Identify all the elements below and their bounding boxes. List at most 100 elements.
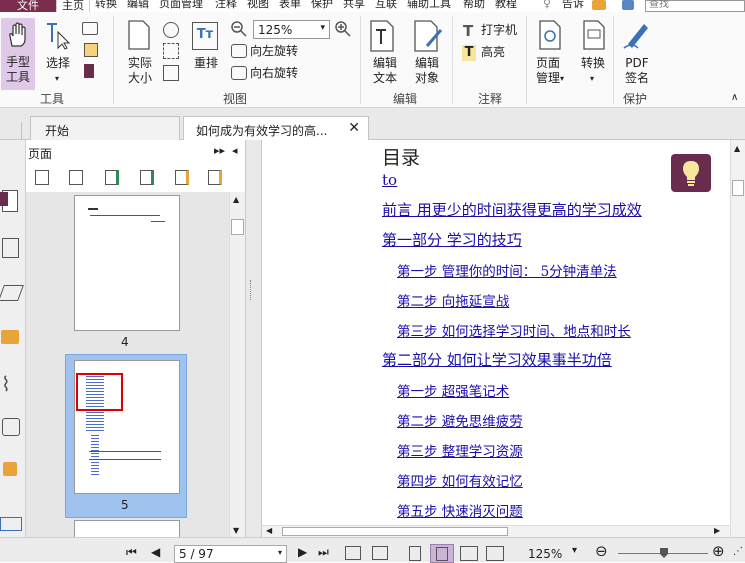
- fit-visible-icon[interactable]: [163, 65, 179, 81]
- zoom-level[interactable]: 125%: [528, 547, 562, 561]
- menu-view[interactable]: 视图: [247, 0, 269, 9]
- search-input[interactable]: 查找: [645, 0, 745, 12]
- edit-text-icon[interactable]: [369, 20, 397, 52]
- menu-page-manage[interactable]: 页面管理: [159, 0, 203, 9]
- clipboard-icon[interactable]: [84, 43, 98, 57]
- lightbulb-icon[interactable]: ♀: [543, 0, 551, 9]
- continuous-view-button[interactable]: [430, 544, 454, 563]
- highlight-button[interactable]: 高亮: [481, 45, 505, 60]
- collapse-panel-icon[interactable]: ◂: [232, 144, 238, 157]
- zoom-in-icon[interactable]: ⊕: [712, 542, 725, 560]
- edit-object-button[interactable]: 编辑 对象: [410, 56, 444, 86]
- toc-link[interactable]: 第一步 管理你的时间： 5分钟清单法: [397, 260, 617, 280]
- zoom-out-icon[interactable]: [231, 21, 247, 37]
- rotate-right-icon[interactable]: [231, 66, 247, 80]
- toc-link[interactable]: 第四步 如何有效记忆: [397, 470, 523, 490]
- first-page-icon[interactable]: ⏮: [126, 545, 137, 560]
- zoom-out-icon[interactable]: ⊖: [595, 542, 608, 560]
- toc-link[interactable]: to: [382, 171, 469, 189]
- chevron-down-icon[interactable]: ▾: [560, 74, 564, 83]
- reflow-icon[interactable]: Tт: [192, 22, 218, 50]
- actual-size-button[interactable]: 实际 大小: [124, 56, 156, 86]
- close-icon[interactable]: ✕: [348, 120, 360, 136]
- pen-sign-icon[interactable]: [622, 20, 652, 50]
- tab-start[interactable]: 开始: [30, 116, 180, 140]
- tips-button[interactable]: [671, 154, 711, 192]
- fit-width-icon[interactable]: [163, 22, 179, 38]
- menu-form[interactable]: 表单: [279, 0, 301, 9]
- menu-edit[interactable]: 编辑: [127, 0, 149, 9]
- thumbnail-scrollbar[interactable]: ▲ ▼: [229, 192, 245, 537]
- toc-link[interactable]: 第五步 快速消灭问题: [397, 500, 523, 520]
- single-page-view-icon[interactable]: [409, 546, 421, 561]
- bookmark-icon[interactable]: [84, 64, 94, 78]
- toc-link[interactable]: 第二步 向拖延宣战: [397, 290, 509, 310]
- heart-icon[interactable]: [592, 0, 606, 10]
- reflow-button[interactable]: 重排: [190, 56, 222, 71]
- page-thumbnail-5[interactable]: [74, 360, 180, 494]
- typewriter-icon[interactable]: T: [463, 22, 473, 40]
- scroll-up-icon[interactable]: ▲: [233, 195, 239, 204]
- fit-page-icon[interactable]: [163, 43, 179, 59]
- menu-file[interactable]: 文件: [0, 0, 56, 12]
- toc-link[interactable]: 第二步 避免思维疲劳: [397, 410, 523, 430]
- toc-link[interactable]: 第二部分 如何让学习效果事半功倍: [382, 349, 612, 370]
- menu-home[interactable]: 主页: [56, 0, 90, 12]
- comments-icon[interactable]: [1, 330, 19, 344]
- paperclip-icon[interactable]: ⌇: [1, 372, 11, 396]
- scroll-up-icon[interactable]: ▲: [734, 144, 740, 153]
- scrollbar-thumb[interactable]: [282, 527, 508, 536]
- page-thumbnails-icon[interactable]: [2, 238, 19, 258]
- typewriter-button[interactable]: 打字机: [481, 23, 517, 38]
- next-page-icon[interactable]: ▶: [298, 545, 307, 559]
- edit-object-icon[interactable]: [413, 20, 443, 52]
- signature-panel-icon[interactable]: [2, 418, 20, 436]
- page-thumbnail-6[interactable]: [74, 520, 180, 537]
- menu-tutorial[interactable]: 教程: [495, 0, 517, 9]
- menu-help[interactable]: 帮助: [463, 0, 485, 9]
- toc-link[interactable]: 第三步 整理学习资源: [397, 440, 523, 460]
- next-view-icon[interactable]: [372, 546, 388, 560]
- pdf-sign-button[interactable]: PDF 签名: [622, 56, 652, 86]
- document-horizontal-scrollbar[interactable]: ◀ ▶: [262, 525, 730, 537]
- facing-view-icon[interactable]: [460, 546, 478, 561]
- chevron-down-icon[interactable]: ▾: [590, 74, 594, 83]
- rotate-left-button[interactable]: 向左旋转: [250, 44, 298, 59]
- convert-button[interactable]: 转换: [579, 56, 607, 71]
- extract-page-icon[interactable]: [140, 170, 154, 185]
- toc-link[interactable]: 第三步 如何选择学习时间、地点和时长: [397, 320, 631, 340]
- replace-page-icon[interactable]: [175, 170, 189, 185]
- document-vertical-scrollbar[interactable]: ▲: [730, 140, 745, 537]
- rotate-right-button[interactable]: 向右旋转: [250, 66, 298, 81]
- page-number-input[interactable]: 5 / 97 ▾: [174, 545, 287, 563]
- insert-page-icon[interactable]: [105, 170, 119, 185]
- menu-tell[interactable]: 告诉: [562, 0, 584, 9]
- actual-size-icon[interactable]: [126, 20, 152, 50]
- last-page-icon[interactable]: ⏭: [318, 545, 329, 560]
- account-icon[interactable]: [622, 0, 634, 10]
- zoom-out-thumb-icon[interactable]: [35, 170, 49, 185]
- zoom-in-icon[interactable]: [335, 21, 351, 37]
- tab-scroll-left[interactable]: [2, 122, 22, 140]
- toc-link[interactable]: 前言 用更少的时间获得更高的学习成效: [382, 199, 642, 220]
- chevron-down-icon[interactable]: ▾: [572, 545, 577, 556]
- toc-link[interactable]: 第一部分 学习的技巧: [382, 229, 522, 250]
- scroll-right-icon[interactable]: ▶: [714, 526, 720, 535]
- select-text-icon[interactable]: [44, 20, 70, 50]
- delete-page-icon[interactable]: [208, 170, 222, 185]
- content-icon[interactable]: [0, 517, 22, 531]
- panel-splitter[interactable]: [246, 140, 262, 537]
- menu-annotate[interactable]: 注释: [215, 0, 237, 9]
- chevron-up-icon[interactable]: ∧: [731, 92, 738, 103]
- scroll-left-icon[interactable]: ◀: [266, 526, 272, 535]
- page-thumbnail-4[interactable]: [74, 195, 180, 331]
- select-button[interactable]: 选择: [44, 56, 72, 71]
- scroll-down-icon[interactable]: ▼: [233, 526, 239, 535]
- tab-document[interactable]: 如何成为有效学习的高... ✕: [183, 116, 369, 140]
- chevron-down-icon[interactable]: ▾: [55, 74, 59, 83]
- chevron-down-icon[interactable]: ▾: [278, 548, 282, 557]
- menu-share[interactable]: 共享: [343, 0, 365, 9]
- rotate-left-icon[interactable]: [231, 44, 247, 58]
- scrollbar-thumb[interactable]: [231, 219, 244, 235]
- toc-link[interactable]: 第一步 超强笔记术: [397, 380, 509, 400]
